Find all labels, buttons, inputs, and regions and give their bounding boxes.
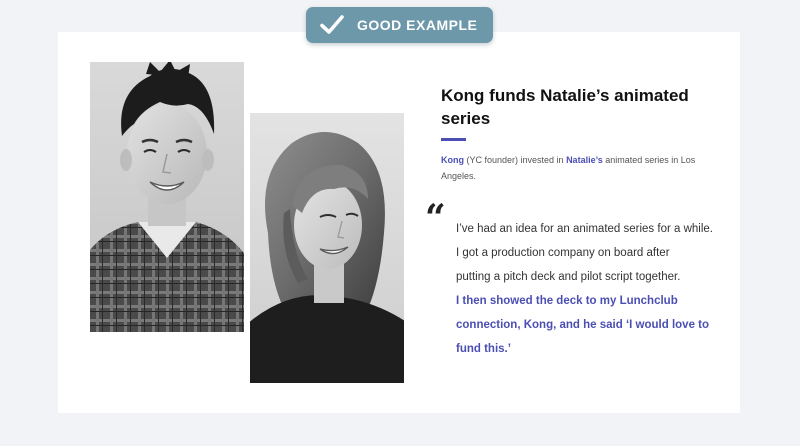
natalie-photo — [250, 113, 404, 383]
story-headline: Kong funds Natalie’s animated series — [441, 86, 689, 128]
badge-label: GOOD EXAMPLE — [357, 17, 478, 33]
kong-photo — [90, 62, 244, 332]
check-icon — [319, 13, 345, 37]
quote-line: putting a pitch deck and pilot script to… — [456, 271, 681, 283]
kong-name-link: Kong — [441, 155, 464, 165]
natalie-name-link: Natalie’s — [566, 155, 603, 165]
story-summary: Kong (YC founder) invested in Natalie’s … — [441, 152, 711, 184]
accent-divider — [441, 138, 466, 141]
good-example-badge: GOOD EXAMPLE — [306, 7, 493, 43]
story-card: Kong funds Natalie’s animated series Kon… — [58, 32, 740, 413]
quote-line: I’ve had an idea for an animated series … — [456, 223, 713, 235]
quote-highlight-line: I then showed the deck to my Lunchclub — [456, 295, 678, 307]
testimonial-quote: I’ve had an idea for an animated series … — [456, 217, 726, 361]
page: GOOD EXAMPLE Kong funds Natalie’s animat… — [0, 0, 800, 446]
quote-highlight-line: fund this.’ — [456, 343, 511, 355]
quote-line: I got a production company on board afte… — [456, 247, 670, 259]
summary-text-1: (YC founder) invested in — [464, 155, 567, 165]
quote-highlight-line: connection, Kong, and he said ‘I would l… — [456, 319, 710, 331]
quote-mark-icon: “ — [425, 197, 446, 239]
